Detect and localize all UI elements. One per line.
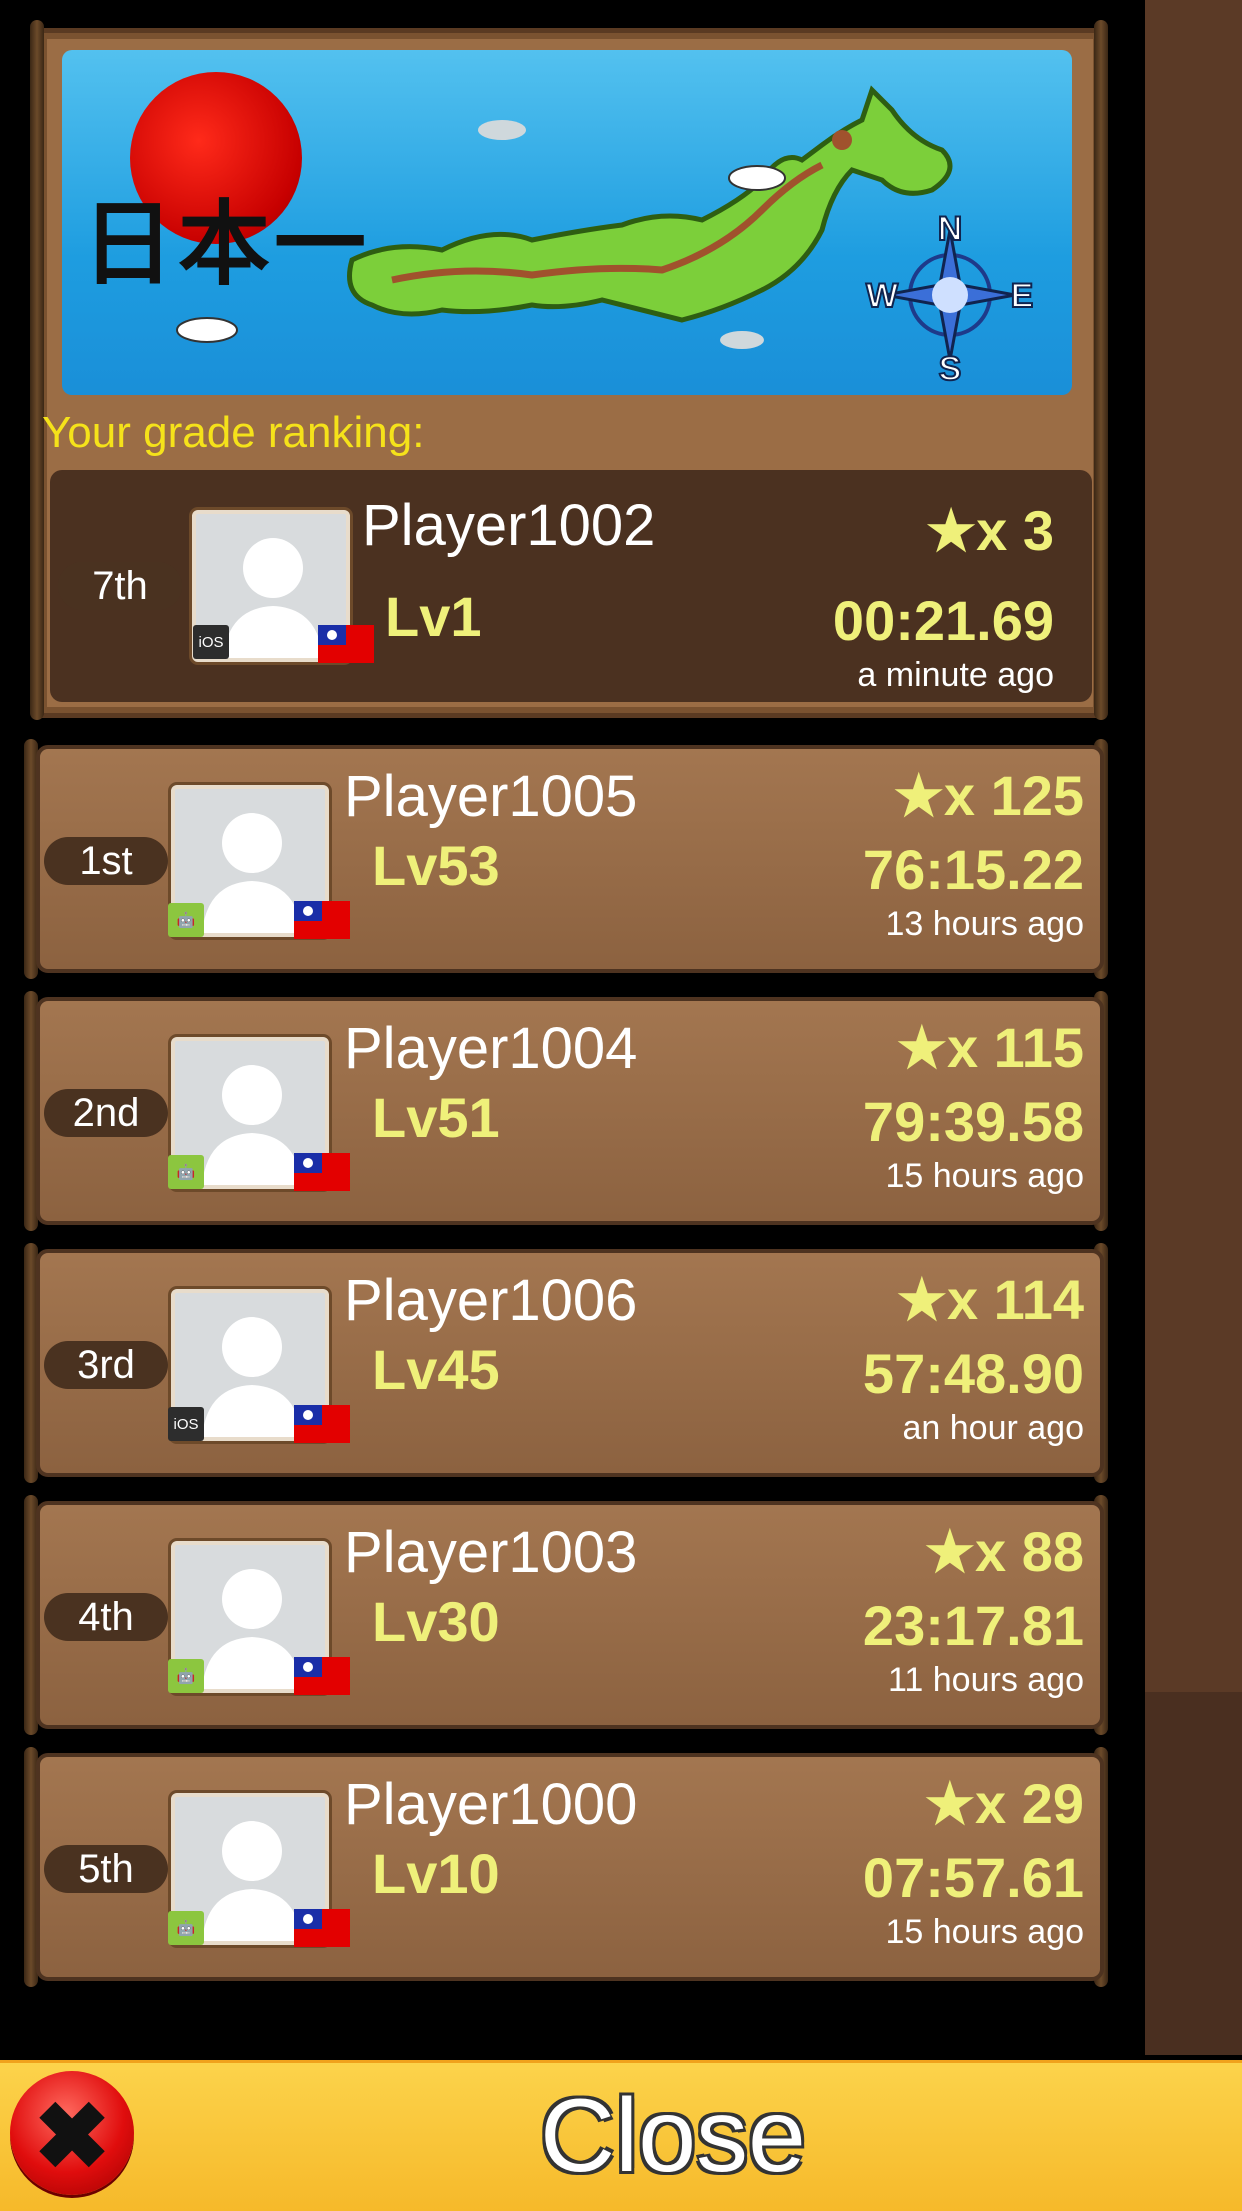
ios-platform-icon: iOS: [168, 1407, 204, 1441]
taiwan-flag-icon: [294, 901, 350, 939]
your-ranking-row[interactable]: 7th iOS Player1002 Lv1 ★x 3 00:21.69 a m…: [50, 470, 1092, 702]
player-stars: ★x 3: [925, 499, 1054, 562]
rank-badge: 7th: [58, 562, 182, 610]
player-level: Lv45: [372, 1338, 500, 1401]
player-level: Lv53: [372, 834, 500, 897]
player-stars: ★x 125: [893, 764, 1084, 827]
taiwan-flag-icon: [294, 1153, 350, 1191]
frame-pole-right: [1094, 20, 1108, 720]
player-time: 23:17.81: [862, 1594, 1084, 1657]
player-stars: ★x 88: [924, 1520, 1084, 1583]
player-time: 07:57.61: [862, 1846, 1084, 1909]
taiwan-flag-icon: [294, 1657, 350, 1695]
compass-icon: N S W E: [865, 209, 1034, 389]
player-time-ago: 15 hours ago: [885, 1157, 1085, 1195]
player-name: Player1003: [344, 1520, 638, 1585]
taiwan-flag-icon: [318, 625, 374, 663]
player-time-ago: 13 hours ago: [885, 905, 1085, 943]
rank-badge: 3rd: [44, 1341, 168, 1389]
close-button-label[interactable]: Close: [540, 2077, 806, 2196]
player-name: Player1002: [362, 493, 656, 558]
leaderboard-row[interactable]: 4th 🤖 Player1003 Lv30 ★x 88 23:17.81 11 …: [36, 1501, 1104, 1729]
taiwan-flag-icon: [294, 1909, 350, 1947]
default-avatar-icon: [202, 1317, 302, 1437]
taiwan-flag-icon: [294, 1405, 350, 1443]
player-level: Lv51: [372, 1086, 500, 1149]
frame-pole-left: [30, 20, 44, 720]
japan-map-icon: N S W E: [176, 85, 1034, 389]
leaderboard-row[interactable]: 3rd iOS Player1006 Lv45 ★x 114 57:48.90 …: [36, 1249, 1104, 1477]
rank-badge: 1st: [44, 837, 168, 885]
android-platform-icon: 🤖: [168, 903, 204, 937]
scroll-thumb[interactable]: [1145, 0, 1242, 1692]
player-time: 76:15.22: [862, 838, 1084, 901]
player-name: Player1004: [344, 1016, 638, 1081]
ios-platform-icon: iOS: [193, 625, 229, 659]
leaderboard-row[interactable]: 5th 🤖 Player1000 Lv10 ★x 29 07:57.61 15 …: [36, 1753, 1104, 1981]
svg-text:N: N: [938, 210, 963, 248]
player-time-ago: an hour ago: [902, 1409, 1085, 1447]
player-stars: ★x 29: [924, 1772, 1084, 1835]
player-time: 79:39.58: [862, 1090, 1084, 1153]
close-icon[interactable]: ✖: [10, 2071, 134, 2195]
svg-text:S: S: [939, 350, 962, 388]
svg-text:W: W: [866, 277, 899, 315]
player-time: 57:48.90: [862, 1342, 1084, 1405]
player-name: Player1006: [344, 1268, 638, 1333]
default-avatar-icon: [223, 538, 323, 658]
android-platform-icon: 🤖: [168, 1659, 204, 1693]
leaderboard-row[interactable]: 2nd 🤖 Player1004 Lv51 ★x 115 79:39.58 15…: [36, 997, 1104, 1225]
player-time-ago: 11 hours ago: [888, 1661, 1084, 1699]
default-avatar-icon: [202, 1569, 302, 1689]
default-avatar-icon: [202, 813, 302, 933]
right-scroll-track[interactable]: [1145, 0, 1242, 2055]
default-avatar-icon: [202, 1821, 302, 1941]
rank-badge: 5th: [44, 1845, 168, 1893]
player-name: Player1005: [344, 764, 638, 829]
android-platform-icon: 🤖: [168, 1911, 204, 1945]
default-avatar-icon: [202, 1065, 302, 1185]
player-level: Lv1: [385, 585, 482, 648]
android-platform-icon: 🤖: [168, 1155, 204, 1189]
rank-badge: 4th: [44, 1593, 168, 1641]
player-name: Player1000: [344, 1772, 638, 1837]
player-time-ago: a minute ago: [857, 656, 1054, 694]
player-stars: ★x 114: [896, 1268, 1084, 1331]
player-level: Lv10: [372, 1842, 500, 1905]
leaderboard-row[interactable]: 1st 🤖 Player1005 Lv53 ★x 125 76:15.22 13…: [36, 745, 1104, 973]
player-time: 00:21.69: [832, 589, 1054, 652]
your-ranking-heading: Your grade ranking:: [42, 408, 425, 457]
close-bar[interactable]: ✖ Close: [0, 2060, 1242, 2211]
svg-text:E: E: [1011, 277, 1034, 315]
japan-map-banner: 日本一 N S W E: [62, 50, 1072, 395]
player-time-ago: 15 hours ago: [885, 1913, 1085, 1951]
player-level: Lv30: [372, 1590, 500, 1653]
player-stars: ★x 115: [896, 1016, 1084, 1079]
rank-badge: 2nd: [44, 1089, 168, 1137]
